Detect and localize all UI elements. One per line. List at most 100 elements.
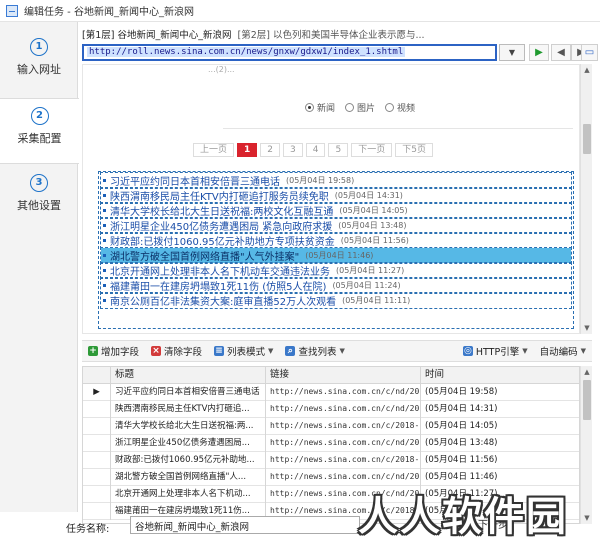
step-collect-config[interactable]: 2 采集配置 [0, 98, 79, 164]
step-other-settings[interactable]: 3 其他设置 [0, 166, 78, 232]
chevron-down-icon: ▼ [268, 347, 274, 355]
pager: 上一页 1 2 3 4 5 下一页 下5页 [193, 143, 433, 157]
grid-scrollbar[interactable]: ▲ ▼ [580, 366, 592, 524]
task-name-input[interactable]: 谷地新闻_新闻中心_新浪网 [130, 516, 360, 534]
tab-layer-2[interactable]: [第2层] 以色列和美国半导体企业表示愿与... [237, 27, 424, 41]
page-4[interactable]: 4 [305, 143, 326, 157]
page-next-5[interactable]: 下5页 [395, 143, 433, 157]
cell-title[interactable]: 浙江明星企业450亿债务遭遇困局... [111, 435, 266, 452]
tool-button[interactable]: ▭ [581, 44, 598, 61]
radio-news[interactable]: 新闻 [305, 101, 335, 114]
encoding-button[interactable]: 自动编码 ▼ [534, 341, 592, 361]
column-header-time[interactable]: 时间 [421, 367, 579, 384]
add-field-button[interactable]: + 增加字段 [82, 341, 145, 361]
bullet [103, 179, 106, 182]
url-dropdown-button[interactable]: ▼ [499, 44, 525, 61]
layer-tabs: [第1层] 谷地新闻_新闻中心_新浪网 [第2层] 以色列和美国半导体企业表示愿… [82, 27, 431, 41]
page-2[interactable]: 2 [260, 143, 281, 157]
row-marker[interactable] [83, 486, 111, 503]
cell-time[interactable]: (05月04日 19:58) [421, 384, 579, 401]
browser-scrollbar[interactable]: ▲ ▼ [580, 64, 592, 334]
bullet [103, 239, 106, 242]
news-item[interactable]: 浙江明星企业450亿债务遭遇困局 紧急向政府求援 (05月04日 13:48) [100, 217, 572, 234]
cell-time[interactable]: (05月04日 14:05) [421, 418, 579, 435]
news-item[interactable]: 南京公厕百亿非法集资大案:庭审直播52万人次观看 (05月04日 11:11) [100, 292, 572, 309]
radio-video[interactable]: 视频 [385, 101, 415, 114]
news-date: (05月04日 14:05) [339, 206, 408, 215]
news-list: 习近平应约同日本首相安倍晋三通电话 (05月04日 19:58) 陕西渭南移民局主… [100, 172, 572, 309]
table-row[interactable]: 浙江明星企业450亿债务遭遇困局... http://news.sina.com.… [83, 435, 579, 452]
news-title: 财政部:已拨付1060.95亿元补助地方专项扶贫资金 [110, 237, 335, 248]
table-row[interactable]: 陕西渭南移民局主任KTV内打砸追... http://news.sina.com.… [83, 401, 579, 418]
step-label: 采集配置 [17, 132, 62, 145]
news-item-selected[interactable]: 湖北警方破全国首例网络直播"人气外挂案" (05月04日 11:46) [100, 247, 572, 264]
go-button[interactable]: ▶ [529, 44, 549, 61]
row-marker[interactable] [83, 401, 111, 418]
cell-link[interactable]: http://news.sina.com.cn/c/nd/20... [266, 384, 421, 401]
scroll-thumb[interactable] [583, 124, 591, 154]
page-prev[interactable]: 上一页 [193, 143, 235, 157]
tab-layer-1[interactable]: [第1层] 谷地新闻_新闻中心_新浪网 [82, 27, 231, 41]
news-item[interactable]: 财政部:已拨付1060.95亿元补助地方专项扶贫资金 (05月04日 11:56) [100, 232, 572, 249]
chevron-down-icon: ▼ [522, 347, 528, 355]
cell-time[interactable]: (05月04日 14:31) [421, 401, 579, 418]
row-marker[interactable] [83, 418, 111, 435]
cell-time[interactable]: (05月04日 11:56) [421, 452, 579, 469]
scroll-up-icon[interactable]: ▲ [581, 64, 593, 76]
cell-title[interactable]: 陕西渭南移民局主任KTV内打砸追... [111, 401, 266, 418]
bullet [103, 254, 106, 257]
news-date: (05月04日 11:27) [336, 266, 405, 275]
news-date: (05月04日 13:48) [338, 221, 407, 230]
column-header-link[interactable]: 链接 [266, 367, 421, 384]
row-marker[interactable] [83, 435, 111, 452]
news-title: 湖北警方破全国首例网络直播"人气外挂案" [110, 252, 300, 263]
cell-time[interactable]: (05月04日 13:48) [421, 435, 579, 452]
row-marker[interactable]: ▶ [83, 384, 111, 401]
page-3[interactable]: 3 [283, 143, 303, 157]
cell-link[interactable]: http://news.sina.com.cn/c/nd/20... [266, 401, 421, 418]
page-next[interactable]: 下一页 [351, 143, 393, 157]
scroll-thumb[interactable] [583, 380, 591, 420]
play-icon: ▶ [535, 47, 543, 58]
news-item[interactable]: 陕西渭南移民局主任KTV内打砸追打服务员续免职 (05月04日 14:31) [100, 187, 572, 204]
cell-title[interactable]: 清华大学校长给北大生日送祝福:两... [111, 418, 266, 435]
cell-title[interactable]: 财政部:已拨付1060.95亿元补助地... [111, 452, 266, 469]
row-marker[interactable] [83, 469, 111, 486]
find-list-button[interactable]: ⌕ 查找列表 ▼ [279, 341, 350, 361]
table-row[interactable]: ▶ 习近平应约同日本首相安倍晋三通电话 http://news.sina.com.c… [83, 384, 579, 401]
row-marker[interactable] [83, 452, 111, 469]
radio-dot [305, 103, 314, 112]
cell-title[interactable]: 湖北警方破全国首例网络直播"人... [111, 469, 266, 486]
scroll-up-icon[interactable]: ▲ [581, 366, 593, 378]
column-header-title[interactable]: 标题 [111, 367, 266, 384]
radio-images[interactable]: 图片 [345, 101, 375, 114]
cell-link[interactable]: http://news.sina.com.cn/c/nd/20... [266, 435, 421, 452]
search-icon: ⌕ [285, 346, 296, 356]
browser-view[interactable]: ...(2)... 新闻 图片 视频 上一页 1 2 3 4 5 下一页 下5页… [82, 64, 580, 334]
step-input-url[interactable]: 1 输入网址 [0, 30, 78, 96]
arrow-left-icon: ◀ [557, 47, 565, 58]
news-title: 习近平应约同日本首相安倍晋三通电话 [110, 177, 280, 188]
radio-label: 图片 [357, 104, 376, 114]
delete-field-button[interactable]: × 清除字段 [145, 341, 208, 361]
news-item[interactable]: 北京开通网上处理非本人名下机动车交通违法业务 (05月04日 11:27) [100, 262, 572, 279]
news-title: 福建莆田一在建房坍塌致1死11伤 (仿照5人在院) [110, 282, 327, 293]
scroll-down-icon[interactable]: ▼ [581, 322, 593, 334]
news-date: (05月04日 11:11) [342, 296, 411, 305]
news-item[interactable]: 清华大学校长给北大生日送祝福:两校文化互融互通 (05月04日 14:05) [100, 202, 572, 219]
cell-title[interactable]: 习近平应约同日本首相安倍晋三通电话 [111, 384, 266, 401]
list-mode-button[interactable]: ≡ 列表模式 ▼ [208, 341, 279, 361]
news-item[interactable]: 福建莆田一在建房坍塌致1死11伤 (仿照5人在院) (05月04日 11:24) [100, 277, 572, 294]
table-row[interactable]: 清华大学校长给北大生日送祝福:两... http://news.sina.com.… [83, 418, 579, 435]
divider [223, 123, 573, 129]
cell-link[interactable]: http://news.sina.com.cn/c/2018-... [266, 418, 421, 435]
table-row[interactable]: 财政部:已拨付1060.95亿元补助地... http://news.sina.c… [83, 452, 579, 469]
page-1[interactable]: 1 [237, 143, 258, 157]
url-input[interactable]: http://roll.news.sina.com.cn/news/gnxw/g… [82, 44, 497, 61]
back-button[interactable]: ◀ [551, 44, 571, 61]
page-5[interactable]: 5 [328, 143, 349, 157]
cell-link[interactable]: http://news.sina.com.cn/c/2018-... [266, 452, 421, 469]
http-engine-button[interactable]: ◎ HTTP引擎 ▼ [457, 341, 534, 361]
cell-title[interactable]: 北京开通网上处理非本人名下机动... [111, 486, 266, 503]
news-item[interactable]: 习近平应约同日本首相安倍晋三通电话 (05月04日 19:58) [100, 172, 572, 189]
